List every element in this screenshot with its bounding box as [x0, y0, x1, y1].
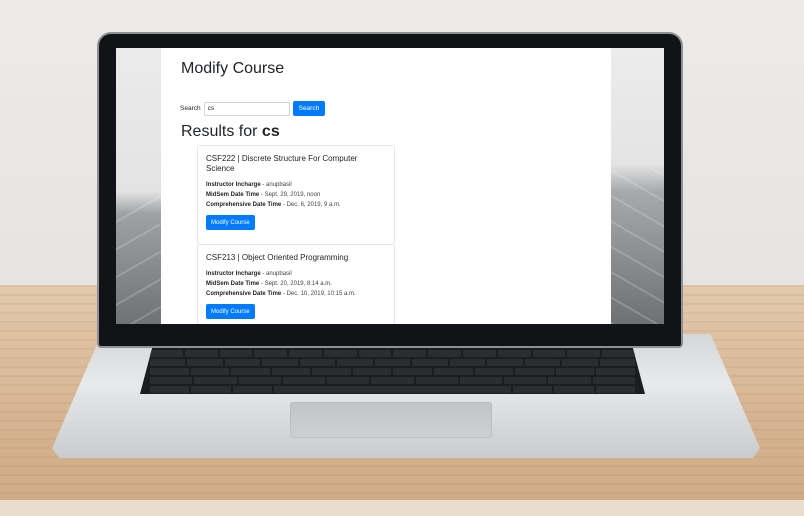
instructor-label: Instructor Incharge: [206, 271, 261, 277]
laptop-screen: Modify Course Search Search Results for …: [116, 48, 664, 324]
instructor-value: anupbasil: [266, 182, 292, 188]
modify-course-button[interactable]: Modify Course: [206, 215, 255, 230]
compre-value: Dec. 6, 2019, 9 a.m.: [286, 202, 341, 208]
page-title: Modify Course: [181, 60, 285, 77]
modify-course-button[interactable]: Modify Course: [206, 304, 255, 319]
key-row: [140, 386, 645, 393]
compre-label: Comprehensive Date Time: [206, 291, 282, 297]
search-form: Search Search: [180, 101, 326, 116]
course-card: CSF213 | Object Oriented Programming Ins…: [197, 244, 395, 324]
compre-line: Comprehensive Date Time - Dec. 6, 2019, …: [206, 202, 341, 208]
search-input[interactable]: [203, 101, 290, 116]
midsem-line: MidSem Date Time - Sept. 29, 2019, noon: [206, 192, 321, 198]
instructor-value: anupbasil: [266, 271, 292, 277]
search-button[interactable]: Search: [292, 101, 326, 116]
course-card: CSF222 | Discrete Structure For Computer…: [197, 145, 395, 245]
key-row: [140, 368, 645, 375]
key-row: [140, 359, 645, 366]
compre-line: Comprehensive Date Time - Dec. 10, 2019,…: [206, 291, 356, 297]
instructor-line: Instructor Incharge - anupbasil: [206, 271, 292, 277]
instructor-line: Instructor Incharge - anupbasil: [206, 182, 292, 188]
key-row: [140, 377, 645, 384]
instructor-label: Instructor Incharge: [206, 182, 261, 188]
midsem-value: Sept. 20, 2019, 8:14 a.m.: [264, 281, 332, 287]
trackpad: [290, 402, 492, 438]
table-edge: [0, 500, 804, 516]
key-row: [140, 350, 645, 357]
building-photo-right: [611, 48, 664, 324]
building-photo-left: [116, 48, 162, 324]
search-label: Search: [180, 105, 201, 112]
web-page: Modify Course Search Search Results for …: [161, 48, 611, 324]
keyboard: [140, 346, 645, 394]
midsem-value: Sept. 29, 2019, noon: [264, 192, 321, 198]
midsem-label: MidSem Date Time: [206, 281, 260, 287]
results-heading: Results for cs: [181, 123, 280, 141]
compre-label: Comprehensive Date Time: [206, 202, 282, 208]
results-term: cs: [261, 123, 280, 140]
course-title: CSF213 | Object Oriented Programming: [206, 253, 349, 262]
results-prefix: Results for: [181, 123, 258, 140]
compre-value: Dec. 10, 2019, 10:15 a.m.: [286, 291, 356, 297]
course-title: CSF222 | Discrete Structure For Computer…: [206, 154, 358, 173]
midsem-label: MidSem Date Time: [206, 192, 260, 198]
midsem-line: MidSem Date Time - Sept. 20, 2019, 8:14 …: [206, 281, 332, 287]
